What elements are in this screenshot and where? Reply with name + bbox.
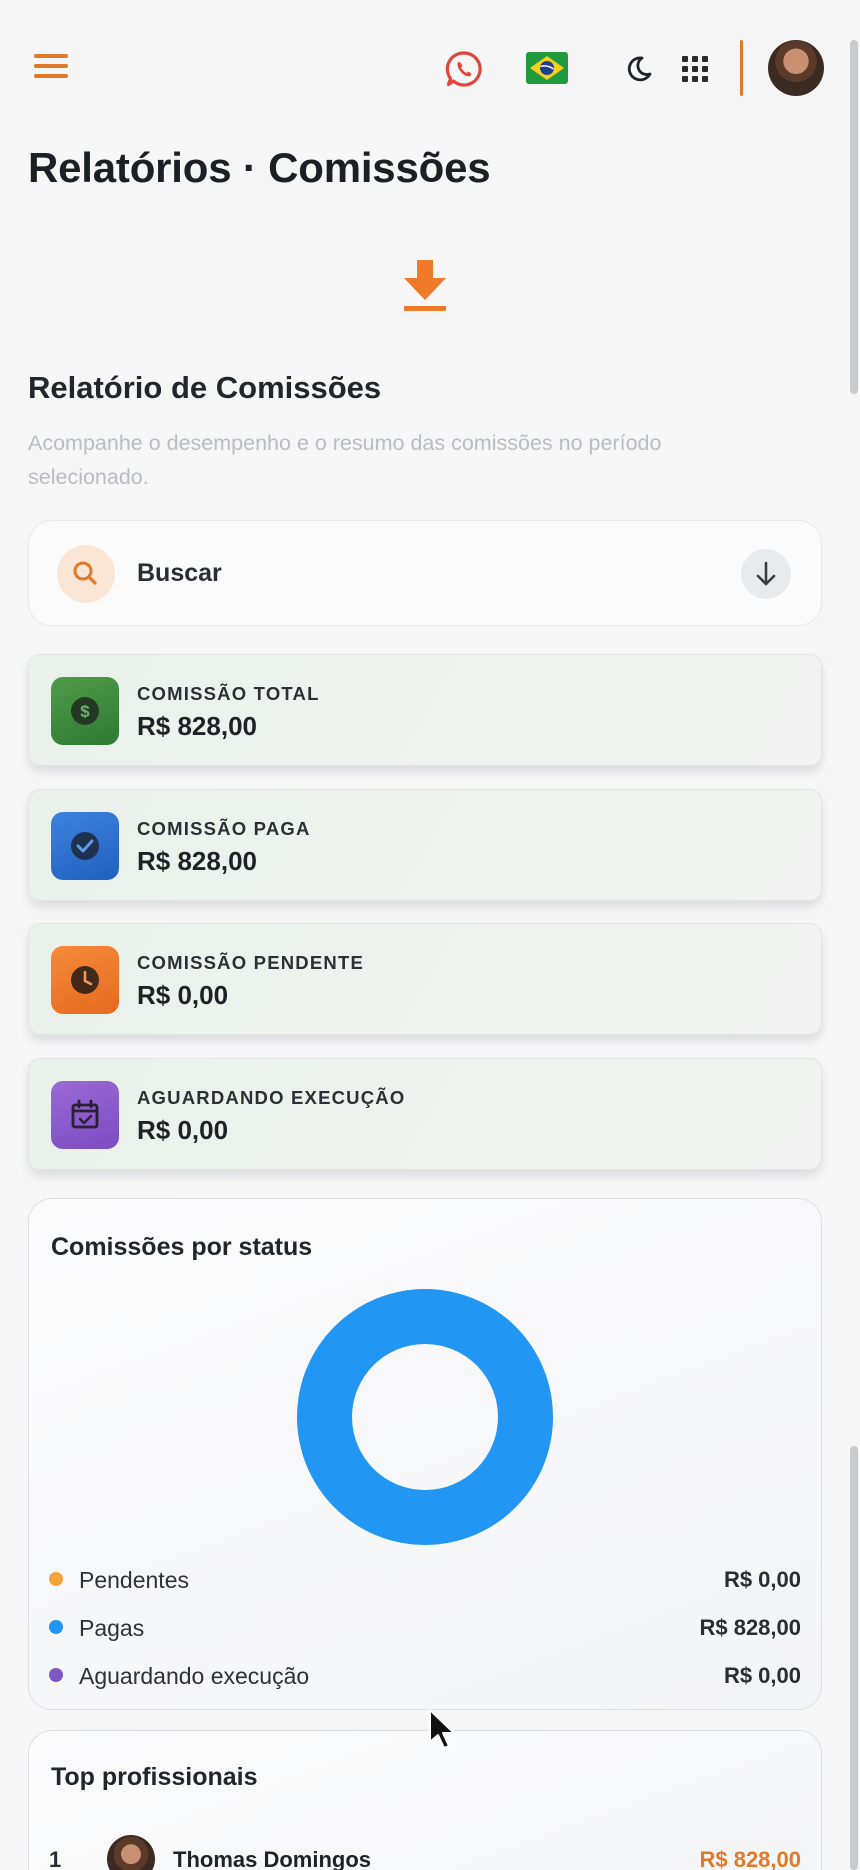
stat-card-awaiting: AGUARDANDO EXECUÇÃO R$ 0,00 [28,1058,822,1170]
arrow-down-icon[interactable] [741,549,791,599]
brazil-flag-icon[interactable] [526,52,568,84]
professional-value: R$ 828,00 [699,1847,801,1870]
top-professionals-card: Top profissionais 1 Thomas Domingos R$ 8… [28,1730,822,1870]
stat-label: COMISSÃO TOTAL [137,683,320,704]
stat-card-paid: COMISSÃO PAGA R$ 828,00 [28,789,822,901]
chart-title: Comissões por status [51,1233,313,1261]
donut-slice-pagas [297,1289,553,1545]
professional-rank: 1 [49,1847,62,1870]
legend-item-pagas: Pagas R$ 828,00 [49,1607,801,1647]
calendar-check-icon [51,1081,119,1149]
stat-value: R$ 828,00 [137,846,257,876]
stat-label: COMISSÃO PENDENTE [137,952,365,973]
page-title: Relatórios · Comissões [28,144,491,191]
report-subtitle: Acompanhe o desempenho e o resumo das co… [28,431,662,489]
mouse-cursor-icon [429,1709,455,1749]
header-divider [740,40,743,96]
stat-value: R$ 0,00 [137,980,229,1010]
whatsapp-icon[interactable] [444,49,484,89]
moon-icon[interactable] [624,54,654,84]
stat-value: R$ 0,00 [137,1115,229,1145]
legend-value: R$ 0,00 [723,1567,801,1592]
legend-item-aguardando: Aguardando execução R$ 0,00 [49,1655,801,1695]
legend-value: R$ 0,00 [723,1663,801,1688]
user-avatar[interactable] [768,40,824,96]
search-icon [57,545,115,603]
report-title: Relatório de Comissões [28,370,382,405]
donut-chart [297,1289,553,1545]
download-icon[interactable] [400,258,450,314]
hamburger-menu-icon[interactable] [34,54,68,78]
top-bar [0,0,860,140]
search-label: Buscar [137,559,222,587]
legend-dot [49,1668,63,1682]
dollar-icon: $ [51,677,119,745]
clock-icon [51,946,119,1014]
legend-label: Pendentes [79,1567,189,1593]
stat-label: AGUARDANDO EXECUÇÃO [137,1087,406,1108]
scrollbar-thumb[interactable] [850,1446,858,1870]
professional-avatar [107,1835,155,1870]
grid-icon[interactable] [682,56,710,84]
legend-value: R$ 828,00 [699,1615,801,1640]
svg-text:$: $ [80,702,90,721]
professional-name: Thomas Domingos [173,1847,372,1870]
legend-dot [49,1572,63,1586]
legend-label: Aguardando execução [79,1663,310,1689]
top-professionals-title: Top profissionais [51,1763,258,1791]
legend-item-pendentes: Pendentes R$ 0,00 [49,1559,801,1599]
legend-label: Pagas [79,1615,145,1641]
search-panel[interactable]: Buscar [28,520,822,626]
stat-card-pending: COMISSÃO PENDENTE R$ 0,00 [28,923,822,1035]
stat-value: R$ 828,00 [137,711,257,741]
stat-label: COMISSÃO PAGA [137,818,311,839]
professional-row[interactable]: 1 Thomas Domingos R$ 828,00 [49,1835,801,1870]
legend-dot [49,1620,63,1634]
check-circle-icon [51,812,119,880]
scrollbar-thumb[interactable] [850,40,858,394]
status-chart-card: Comissões por status Pendentes R$ 0,00 P… [28,1198,822,1710]
stat-card-total: $ COMISSÃO TOTAL R$ 828,00 [28,654,822,766]
